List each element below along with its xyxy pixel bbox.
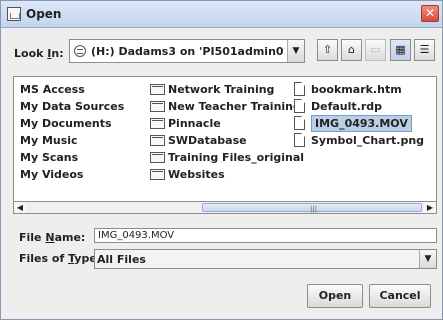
- file-icon: [294, 116, 305, 130]
- home-button[interactable]: ⌂: [341, 39, 362, 61]
- list-item[interactable]: My Documents: [17, 115, 112, 132]
- cancel-button[interactable]: Cancel: [369, 284, 431, 308]
- look-in-value: (H:) Dadams3 on 'PI501admin01\Vol1\U...: [91, 45, 285, 58]
- file-icon: [294, 82, 305, 96]
- close-icon: ✕: [424, 6, 436, 20]
- title-bar[interactable]: Open ✕: [1, 1, 442, 28]
- file-icon: [294, 99, 305, 113]
- home-icon: ⌂: [348, 43, 355, 56]
- folder-icon: [150, 101, 165, 112]
- up-one-level-button[interactable]: ⇧: [317, 39, 338, 61]
- list-item[interactable]: My Scans: [17, 149, 78, 166]
- list-item[interactable]: My Music: [17, 132, 78, 149]
- folder-icon: [150, 135, 165, 146]
- scroll-left-icon[interactable]: ◀: [14, 202, 26, 213]
- scroll-right-icon[interactable]: ▶: [424, 202, 436, 213]
- folder-icon: [150, 84, 165, 95]
- up-one-level-icon: ⇧: [322, 43, 333, 56]
- files-of-type-combobox[interactable]: All Files ▼: [94, 249, 437, 269]
- list-view-icon: ▦: [395, 43, 406, 56]
- file-list[interactable]: MS Access My Data Sources My Documents M…: [13, 76, 437, 214]
- folder-icon: [150, 152, 165, 163]
- network-drive-icon: [74, 45, 86, 57]
- look-in-combobox[interactable]: (H:) Dadams3 on 'PI501admin01\Vol1\U... …: [69, 39, 305, 63]
- file-name-label: File Name:: [19, 231, 86, 244]
- dropdown-arrow-icon[interactable]: ▼: [419, 250, 436, 268]
- list-view-button[interactable]: ▦: [390, 39, 411, 61]
- grip-icon: |||: [310, 205, 318, 213]
- new-folder-icon: ▭: [370, 43, 381, 56]
- details-view-button[interactable]: ☰: [414, 39, 435, 61]
- files-of-type-value: All Files: [97, 253, 146, 266]
- dropdown-arrow-icon[interactable]: ▼: [287, 40, 304, 62]
- open-dialog: Open ✕ Look In: (H:) Dadams3 on 'PI501ad…: [0, 0, 443, 320]
- file-icon: [294, 133, 305, 147]
- list-item[interactable]: My Videos: [17, 166, 83, 183]
- close-button[interactable]: ✕: [421, 5, 439, 22]
- dialog-title: Open: [26, 7, 62, 21]
- open-button[interactable]: Open: [307, 284, 363, 308]
- folder-icon: [150, 169, 165, 180]
- folder-icon: [150, 118, 165, 129]
- new-folder-button[interactable]: ▭: [365, 39, 386, 61]
- horizontal-scrollbar[interactable]: ◀ ||| ▶: [13, 201, 437, 214]
- list-item[interactable]: MS Access: [17, 81, 85, 98]
- look-in-label: Look In:: [14, 47, 64, 60]
- details-view-icon: ☰: [419, 43, 430, 56]
- file-name-input[interactable]: IMG_0493.MOV: [94, 228, 437, 243]
- list-item[interactable]: My Data Sources: [17, 98, 124, 115]
- scroll-thumb[interactable]: |||: [202, 203, 422, 213]
- files-of-type-label: Files of Type:: [19, 252, 102, 265]
- dialog-icon: [7, 7, 21, 21]
